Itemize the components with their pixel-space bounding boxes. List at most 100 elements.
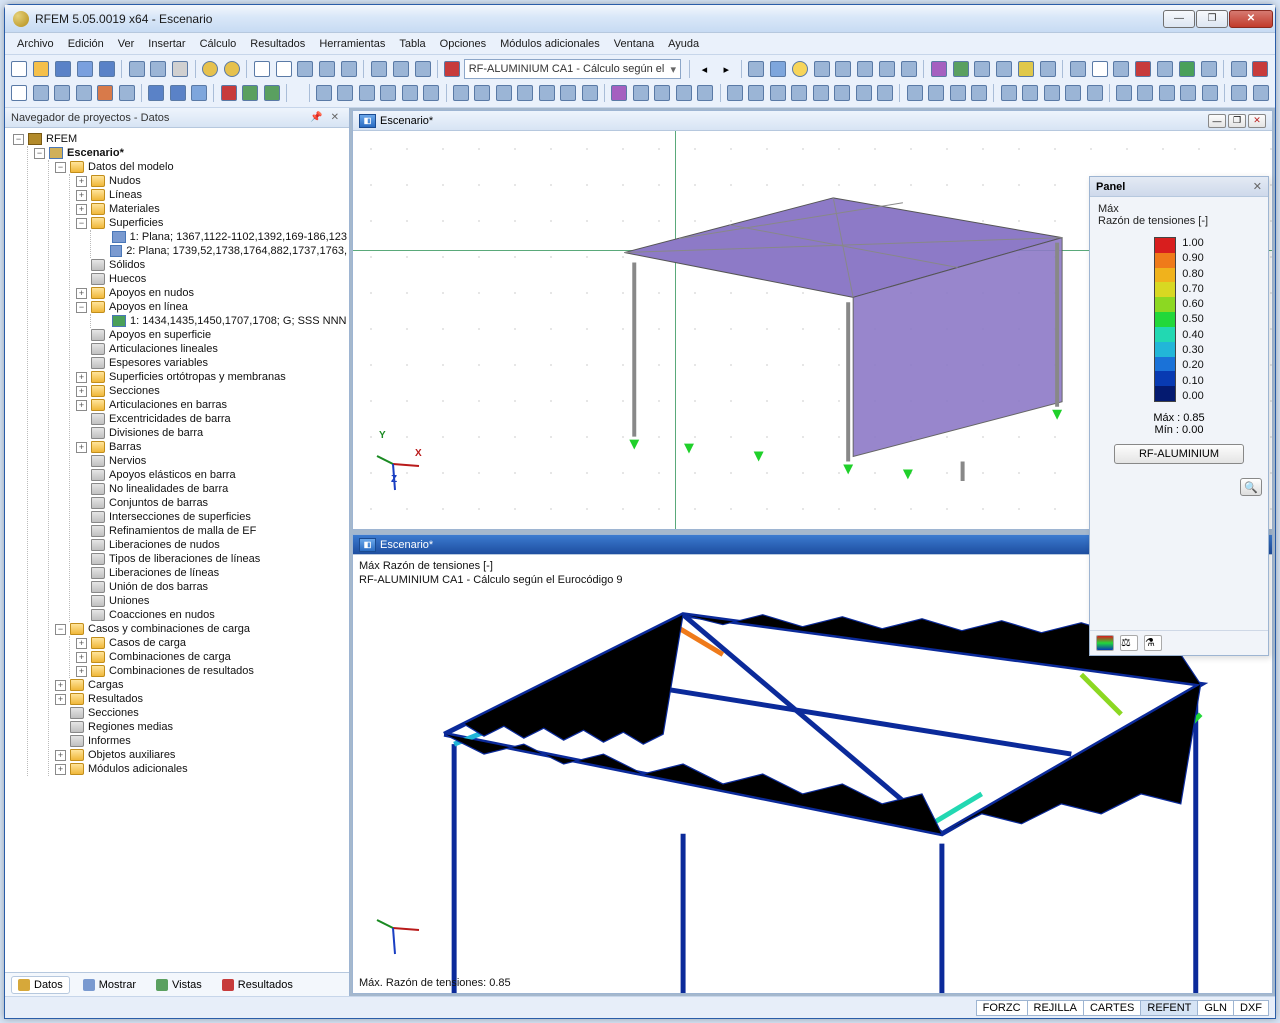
menu-ayuda[interactable]: Ayuda (662, 36, 705, 52)
tb-icon[interactable] (218, 82, 239, 104)
tree-item[interactable]: +Líneas (74, 188, 349, 202)
tb-icon[interactable] (652, 82, 673, 104)
tb-icon[interactable] (724, 82, 745, 104)
tree-item[interactable]: Coacciones en nudos (74, 608, 349, 622)
tb-icon[interactable] (1067, 58, 1088, 80)
tree-item[interactable]: Refinamientos de malla de EF (74, 524, 349, 538)
tree-item[interactable]: +Casos de carga (74, 636, 349, 650)
maximize-button[interactable]: ❐ (1196, 10, 1228, 28)
tb-print-icon[interactable] (170, 58, 191, 80)
tree-item[interactable]: Excentricidades de barra (74, 412, 349, 426)
results-panel[interactable]: Panel ✕ Máx Razón de tensiones [-] 1.000… (1089, 176, 1269, 656)
tb-icon[interactable] (1135, 82, 1156, 104)
tb-icon[interactable] (1038, 58, 1059, 80)
tb-icon[interactable] (472, 82, 493, 104)
tree-item[interactable]: Intersecciones de superficies (74, 510, 349, 524)
tb-icon[interactable] (317, 58, 338, 80)
tree-surfaces[interactable]: −Superficies (74, 216, 349, 230)
status-rejilla[interactable]: REJILLA (1027, 1000, 1084, 1016)
tree-item[interactable]: Huecos (74, 272, 349, 286)
tree-item[interactable]: Liberaciones de líneas (74, 566, 349, 580)
tb-saveas-icon[interactable] (96, 58, 117, 80)
tb-icon[interactable] (400, 82, 421, 104)
tree-item[interactable]: +Secciones (74, 384, 349, 398)
menu-tabla[interactable]: Tabla (393, 36, 431, 52)
tb-next-icon[interactable]: ▸ (716, 58, 737, 80)
status-forzc[interactable]: FORZC (976, 1000, 1028, 1016)
tb-copy-icon[interactable] (126, 58, 147, 80)
tb-icon[interactable] (515, 82, 536, 104)
tb-icon[interactable] (1089, 58, 1110, 80)
tb-icon[interactable] (947, 82, 968, 104)
tree-item[interactable]: +Apoyos en nudos (74, 286, 349, 300)
tb-icon[interactable] (1178, 82, 1199, 104)
tab-mostrar[interactable]: Mostrar (76, 976, 143, 994)
close-button[interactable] (1229, 10, 1273, 28)
tb-icon[interactable] (1228, 58, 1249, 80)
tb-save-icon[interactable] (53, 58, 74, 80)
tb-icon[interactable] (494, 82, 515, 104)
tb-icon[interactable] (811, 58, 832, 80)
tb-icon[interactable] (261, 82, 282, 104)
palette-icon[interactable] (1096, 635, 1114, 651)
tree-item[interactable]: Apoyos elásticos en barra (74, 468, 349, 482)
menu-herramientas[interactable]: Herramientas (313, 36, 391, 52)
tb-icon[interactable] (855, 58, 876, 80)
tb-icon[interactable] (994, 58, 1015, 80)
tree-item[interactable]: Informes (53, 734, 349, 748)
tb-icon[interactable] (31, 82, 52, 104)
tb-icon[interactable] (926, 82, 947, 104)
view-restore-button[interactable]: ❐ (1228, 114, 1246, 128)
tb-icon[interactable] (1200, 82, 1221, 104)
tree-item[interactable]: Nervios (74, 454, 349, 468)
tb-icon[interactable] (1177, 58, 1198, 80)
tb-icon[interactable] (412, 58, 433, 80)
tb-redo-icon[interactable] (221, 58, 242, 80)
tab-resultados[interactable]: Resultados (215, 976, 300, 994)
tb-icon[interactable] (1155, 58, 1176, 80)
tb-icon[interactable] (631, 82, 652, 104)
view-close-button[interactable]: ✕ (1248, 114, 1266, 128)
tb-find-icon[interactable] (251, 58, 272, 80)
tb-icon[interactable] (1229, 82, 1250, 104)
tb-prev-icon[interactable]: ◂ (694, 58, 715, 80)
tree-item[interactable]: Espesores variables (74, 356, 349, 370)
tb-saveall-icon[interactable] (75, 58, 96, 80)
tb-icon[interactable] (853, 82, 874, 104)
tb-icon[interactable] (1133, 58, 1154, 80)
tb-icon[interactable] (295, 58, 316, 80)
tree-item[interactable]: +Objetos auxiliares (53, 748, 349, 762)
tb-icon[interactable] (335, 82, 356, 104)
tb-icon[interactable] (1041, 82, 1062, 104)
close-icon[interactable]: ✕ (327, 112, 343, 123)
tb-icon[interactable] (969, 82, 990, 104)
tree-item[interactable]: +Combinaciones de resultados (74, 664, 349, 678)
minimize-button[interactable]: — (1163, 10, 1195, 28)
tb-grid-icon[interactable] (314, 82, 335, 104)
tb-icon[interactable] (674, 82, 695, 104)
tb-icon[interactable] (390, 58, 411, 80)
filter-icon[interactable]: ⚗ (1144, 635, 1162, 651)
tb-icon[interactable] (421, 82, 442, 104)
tree-item[interactable]: Sólidos (74, 258, 349, 272)
tb-icon[interactable] (746, 58, 767, 80)
tree-item[interactable]: No linealidades de barra (74, 482, 349, 496)
tree-item[interactable]: Apoyos en superficie (74, 328, 349, 342)
pin-icon[interactable]: 📌 (306, 112, 326, 123)
tree-load-cases[interactable]: −Casos y combinaciones de carga (53, 622, 349, 636)
tb-icon[interactable] (117, 82, 138, 104)
tree-item[interactable]: +Articulaciones en barras (74, 398, 349, 412)
tb-icon[interactable] (833, 58, 854, 80)
panel-module-button[interactable]: RF-ALUMINIUM (1114, 444, 1244, 464)
tab-vistas[interactable]: Vistas (149, 976, 209, 994)
panel-close-icon[interactable]: ✕ (1253, 180, 1262, 193)
tree-item[interactable]: Articulaciones lineales (74, 342, 349, 356)
tree-model[interactable]: −Escenario* (32, 146, 349, 160)
tb-icon[interactable] (1016, 58, 1037, 80)
status-refent[interactable]: REFENT (1140, 1000, 1198, 1016)
tree-model-data[interactable]: −Datos del modelo (53, 160, 349, 174)
tree-item[interactable]: +Nudos (74, 174, 349, 188)
tb-icon[interactable] (240, 82, 261, 104)
menu-ver[interactable]: Ver (112, 36, 141, 52)
menu-ventana[interactable]: Ventana (608, 36, 660, 52)
